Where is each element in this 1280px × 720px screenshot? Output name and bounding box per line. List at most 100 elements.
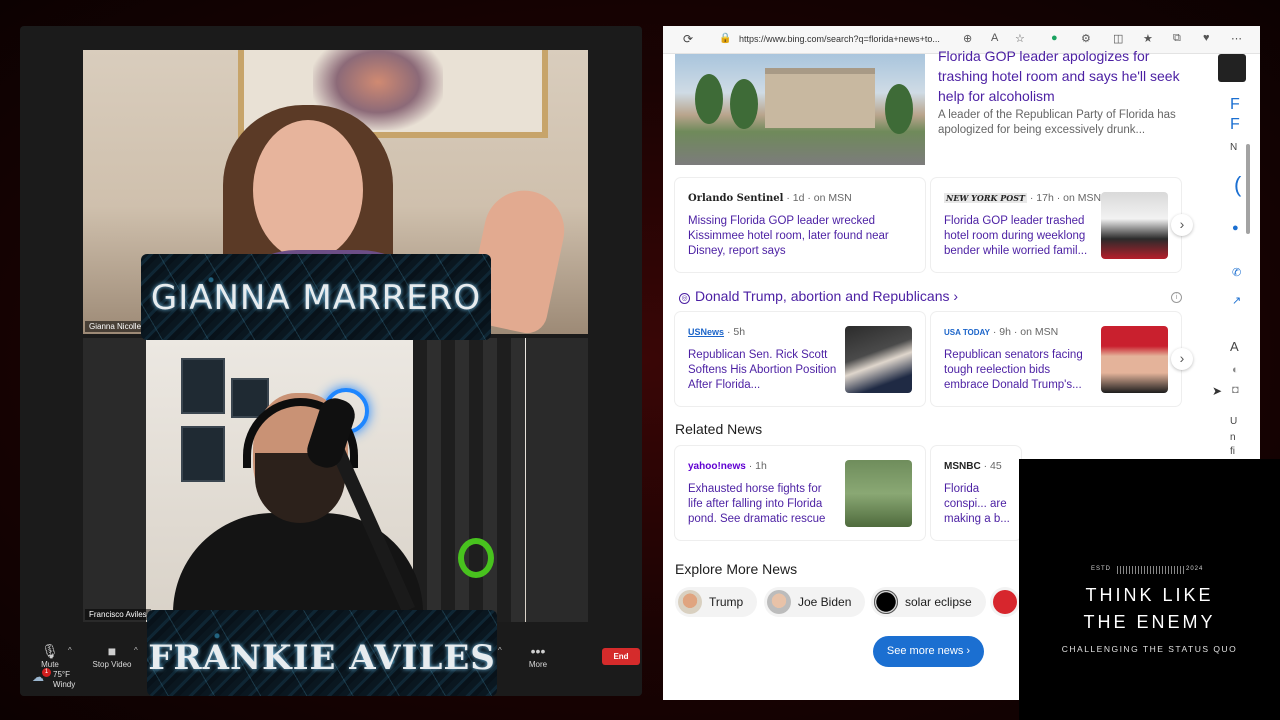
green-headphones (458, 538, 494, 578)
overlay-name-text: FRANKIE AVILES (148, 638, 496, 678)
source-logo: yahoo!news (688, 461, 746, 472)
avatar (874, 590, 898, 614)
avatar (767, 590, 791, 614)
favorites-icon[interactable]: ★ (1143, 32, 1153, 45)
phone-icon[interactable]: ✆ (1232, 266, 1241, 279)
url-field[interactable]: https://www.bing.com/search?q=florida+ne… (739, 34, 959, 44)
news-thumbnail[interactable] (845, 326, 912, 393)
chip-republican[interactable] (990, 587, 1020, 617)
sidebar-letter: N (1230, 142, 1238, 153)
brand-logo-panel: ESTD 2024 THINK LIKE THE ENEMY CHALLENGI… (1019, 459, 1280, 720)
news-thumbnail[interactable] (845, 460, 912, 527)
more-label: More (528, 660, 548, 669)
sidebar-letter: F (1230, 116, 1240, 133)
news-card[interactable]: USNews · 5h Republican Sen. Rick Scott S… (675, 312, 925, 406)
headline-link[interactable]: Missing Florida GOP leader wrecked Kissi… (688, 214, 913, 259)
heart-icon[interactable]: ♥ (1203, 32, 1210, 44)
location-icon[interactable]: ● (1232, 222, 1239, 234)
mouse-cursor-icon: ➤ (1212, 384, 1223, 398)
news-card[interactable]: NEW YORK POST · 17h · on MSN Florida GOP… (931, 178, 1181, 272)
source-meta: · 9h · on MSN (992, 326, 1059, 338)
avatar (678, 590, 702, 614)
split-screen-icon[interactable]: ◫ (1113, 32, 1123, 45)
tree (695, 74, 723, 124)
source-logo: MSNBC (944, 461, 981, 472)
sidebar-letter: fi (1230, 446, 1235, 457)
chip-joe-biden[interactable]: Joe Biden (764, 587, 866, 617)
notification-badge: 1 (42, 668, 51, 677)
source-meta: · 45 (983, 460, 1002, 472)
button-edge[interactable]: ( (1234, 172, 1241, 198)
overlay-name-text: GIANNA MARRERO (150, 278, 482, 318)
weather-condition: Windy (53, 680, 76, 689)
extension-icon[interactable]: ● (1051, 32, 1058, 44)
name-overlay-gianna: GIANNA MARRERO (141, 254, 491, 340)
news-card[interactable]: Orlando Sentinel · 1d · on MSN Missing F… (675, 178, 925, 272)
headline-link[interactable]: Republican Sen. Rick Scott Softens His A… (688, 348, 838, 393)
headline-link[interactable]: Florida GOP leader apologizes for trashi… (938, 46, 1188, 106)
news-card[interactable]: yahoo!news · 1h Exhausted horse fights f… (675, 446, 925, 540)
news-image[interactable] (675, 54, 925, 165)
participant-name-label: Francisco Aviles (85, 609, 151, 620)
sidebar-letter: F (1230, 96, 1240, 113)
news-card[interactable]: MSNBC · 45 Florida conspi... are making … (931, 446, 1021, 540)
headline-link[interactable]: Florida conspi... are making a b... comm… (944, 482, 1024, 527)
sidebar-letter: A (1230, 339, 1239, 354)
logo-year: 2024 (1186, 566, 1204, 572)
source-logo: NEW YORK POST (944, 193, 1027, 203)
zoom-window: Gianna Nicolle Francisco Aviles 🎙 Mute ^… (20, 26, 642, 696)
headline-link[interactable]: Exhausted horse fights for life after fa… (688, 482, 838, 527)
favorite-star-icon[interactable]: ☆ (1015, 32, 1025, 45)
related-news-heading: Related News (675, 421, 763, 437)
lock-icon[interactable]: 🔒 (719, 33, 731, 44)
headline-link[interactable]: Republican senators facing tough reelect… (944, 348, 1094, 393)
participant-face (253, 120, 363, 260)
news-thumbnail[interactable] (1101, 326, 1168, 393)
more-dots-icon[interactable]: ⋯ (1231, 32, 1242, 45)
collections-icon[interactable]: ⧉ (1173, 32, 1181, 45)
logo-estd: ESTD (1091, 566, 1112, 572)
logo-title-line2: THE ENEMY (1083, 612, 1216, 632)
chip-label: Trump (709, 595, 744, 609)
chevron-right-icon[interactable]: › (1171, 214, 1193, 236)
puzzle-icon[interactable]: ⚙ (1081, 32, 1091, 45)
see-more-news-button[interactable]: See more news › (873, 636, 984, 667)
sidebar-letter: n (1230, 432, 1236, 443)
news-card[interactable]: USA TODAY · 9h · on MSN Republican senat… (931, 312, 1181, 406)
vertical-scrollbar[interactable] (1246, 144, 1250, 234)
topic-link[interactable]: Donald Trump, abortion and Republicans › (695, 288, 958, 304)
end-meeting-button[interactable]: End (602, 648, 640, 665)
info-icon[interactable]: i (1171, 292, 1182, 303)
headline-link[interactable]: Florida GOP leader trashed hotel room du… (944, 214, 1094, 259)
chevron-up-icon[interactable]: ^ (134, 646, 138, 655)
camera-icon: ◘ (1232, 384, 1239, 396)
read-aloud-icon[interactable]: A (991, 32, 998, 44)
chip-label: Joe Biden (798, 595, 852, 609)
stop-video-button[interactable]: ■ Stop Video (82, 642, 142, 669)
chevron-up-icon[interactable]: ^ (68, 646, 72, 655)
headline-snippet: A leader of the Republican Party of Flor… (938, 109, 1176, 136)
reload-icon[interactable]: ⟳ (683, 32, 693, 46)
chevron-up-icon[interactable]: ^ (498, 646, 502, 655)
source-meta: · 17h · on MSN (1029, 192, 1102, 204)
tree (730, 79, 758, 129)
wall-sign (181, 426, 225, 482)
news-thumbnail[interactable] (1101, 192, 1168, 259)
video-thumbnail[interactable] (1218, 54, 1246, 82)
chip-trump[interactable]: Trump (675, 587, 758, 617)
video-camera-icon: ■ (107, 643, 117, 659)
gop-elephant-icon (993, 590, 1017, 614)
source-meta: · 1h (748, 460, 767, 472)
source-logo: USNews (688, 327, 725, 337)
explore-more-heading: Explore More News (675, 561, 798, 577)
zoom-icon[interactable]: ⊕ (963, 32, 972, 45)
chevron-right-icon[interactable]: › (1171, 348, 1193, 370)
source-meta: · 5h (726, 326, 746, 338)
more-button[interactable]: ••• More (508, 642, 568, 669)
source-logo: Orlando Sentinel (688, 193, 784, 204)
chip-solar-eclipse[interactable]: solar eclipse (871, 587, 986, 617)
video-tile-francisco[interactable]: Francisco Aviles (83, 338, 588, 622)
stop-video-label: Stop Video (92, 660, 132, 669)
directions-icon[interactable]: ↗ (1232, 294, 1241, 307)
wall-sign (181, 358, 225, 414)
